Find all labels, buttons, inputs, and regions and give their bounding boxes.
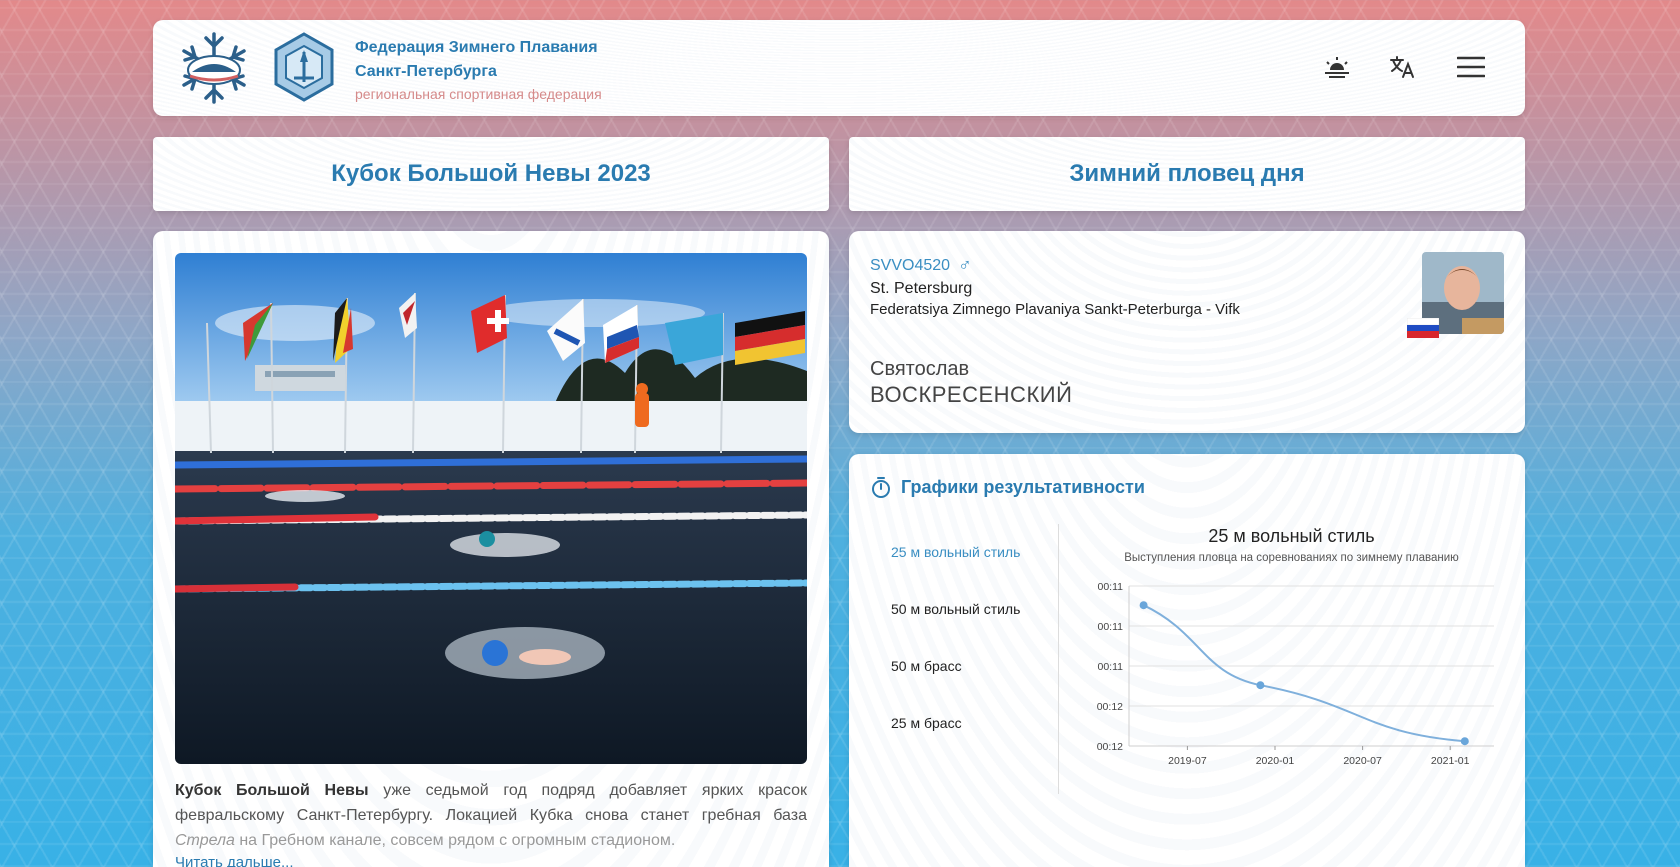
results-chart: 25 м вольный стиль Выступления пловца на…	[1079, 524, 1504, 794]
swimmer-title-card: Зимний пловец дня	[849, 137, 1525, 211]
swimmer-city: St. Petersburg	[870, 280, 973, 297]
theme-toggle-icon[interactable]	[1320, 50, 1354, 84]
swimmer-card[interactable]: SVVO4520 ♂ St. Petersburg Federatsiya Zi…	[849, 231, 1525, 433]
chart-y-tick-label: 00:11	[1098, 581, 1124, 593]
male-icon: ♂	[958, 255, 972, 275]
chart-y-tick-label: 00:12	[1097, 701, 1123, 713]
news-lead-tail: на Гребном канале, совсем рядом с огромн…	[234, 832, 676, 849]
swimmer-last-name: ВОСКРЕСЕНСКИЙ	[870, 382, 1073, 407]
federation-name-line2: Санкт-Петербурга	[355, 63, 497, 80]
federation-logo[interactable]	[272, 32, 336, 102]
news-photo[interactable]	[175, 253, 807, 764]
site-header: Федерация Зимнего Плавания Санкт-Петербу…	[153, 20, 1525, 116]
winter-swimming-logo[interactable]	[175, 30, 253, 106]
tab-25m-breaststroke[interactable]: 25 м брасс	[891, 715, 962, 731]
chart-data-point	[1139, 601, 1148, 610]
tab-25m-freestyle[interactable]: 25 м вольный стиль	[891, 544, 1020, 560]
chart-x-tick-label: 2020-01	[1256, 755, 1295, 767]
stopwatch-icon	[872, 477, 890, 498]
russia-flag-icon	[1406, 317, 1440, 338]
chart-plot: 00:11 00:11 00:11 00:12 00:12 2019-07 2020-01 2…	[1097, 581, 1494, 767]
news-card: Кубок Большой Невы уже седьмой год подря…	[153, 231, 829, 867]
chart-data-point	[1460, 737, 1469, 746]
chart-data-point	[1256, 681, 1265, 690]
read-more-link[interactable]: Читать дальше...	[175, 854, 293, 867]
chart-y-tick-label: 00:12	[1097, 741, 1123, 753]
menu-icon[interactable]	[1454, 50, 1488, 84]
chart-x-tick-label: 2019-07	[1168, 755, 1207, 767]
swimmer-club: Federatsiya Zimnego Plavaniya Sankt-Pete…	[870, 301, 1240, 318]
chart-y-tick-label: 00:11	[1098, 661, 1124, 673]
chart-x-tick-label: 2021-01	[1431, 755, 1470, 767]
news-lead-bold: Кубок Большой Невы	[175, 782, 369, 799]
swimmer-id-row: SVVO4520 ♂	[870, 255, 972, 276]
discipline-tabs: 25 м вольный стиль 50 м вольный стиль 50…	[871, 524, 1059, 794]
translate-icon[interactable]	[1385, 50, 1419, 84]
news-lead-italic: Стрела	[175, 832, 235, 849]
news-excerpt: Кубок Большой Невы уже седьмой год подря…	[175, 778, 807, 853]
tab-50m-breaststroke[interactable]: 50 м брасс	[891, 658, 962, 674]
charts-header: Графики результативности	[871, 476, 1145, 498]
chart-x-tick-label: 2020-07	[1343, 755, 1382, 767]
performance-charts-card: Графики результативности 25 м вольный ст…	[849, 454, 1525, 867]
swimmer-section-title: Зимний пловец дня	[1069, 160, 1305, 187]
swimmer-id: SVVO4520	[870, 256, 951, 274]
tab-50m-freestyle[interactable]: 50 м вольный стиль	[891, 601, 1020, 617]
swimmer-first-name: Святослав	[870, 358, 970, 380]
federation-subtitle: региональная спортивная федерация	[355, 86, 602, 102]
charts-section-title: Графики результативности	[901, 476, 1145, 497]
news-title-card: Кубок Большой Невы 2023	[153, 137, 829, 211]
federation-name-line1: Федерация Зимнего Плавания	[355, 39, 598, 56]
chart-y-tick-label: 00:11	[1098, 621, 1124, 633]
federation-name: Федерация Зимнего Плавания Санкт-Петербу…	[355, 36, 598, 84]
news-section-title[interactable]: Кубок Большой Невы 2023	[331, 160, 651, 188]
